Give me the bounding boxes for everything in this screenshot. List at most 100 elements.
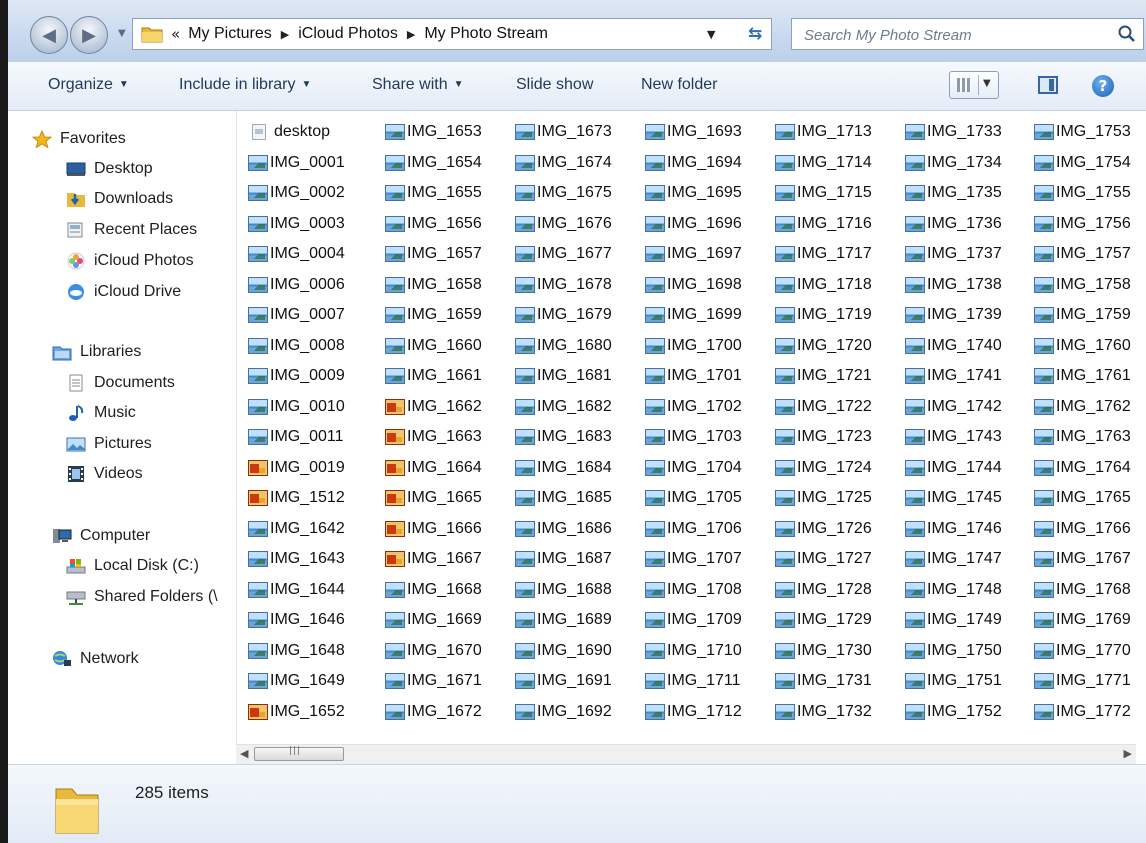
nav-network[interactable]: Network [52,646,139,672]
file-item[interactable]: IMG_1644 [248,576,345,604]
file-item[interactable]: IMG_0008 [248,332,345,360]
file-item[interactable]: IMG_1698 [645,271,742,299]
file-item[interactable]: IMG_1642 [248,515,345,543]
file-item[interactable]: IMG_1665 [385,484,482,512]
file-item[interactable]: IMG_1758 [1034,271,1131,299]
preview-pane-icon[interactable] [1038,76,1058,94]
file-item[interactable]: IMG_1744 [905,454,1002,482]
file-item[interactable]: IMG_1748 [905,576,1002,604]
file-item[interactable]: IMG_1751 [905,667,1002,695]
file-item[interactable]: IMG_1733 [905,118,1002,146]
file-item[interactable]: IMG_1728 [775,576,872,604]
file-item[interactable]: IMG_1669 [385,606,482,634]
file-item[interactable]: IMG_1729 [775,606,872,634]
file-item[interactable]: IMG_1667 [385,545,482,573]
file-item[interactable]: IMG_1681 [515,362,612,390]
file-item[interactable]: IMG_1657 [385,240,482,268]
file-item[interactable]: IMG_1726 [775,515,872,543]
recent-pages-dropdown-icon[interactable]: ▼ [118,28,126,39]
file-item[interactable]: IMG_1685 [515,484,612,512]
file-item[interactable]: IMG_1740 [905,332,1002,360]
file-item[interactable]: IMG_1696 [645,210,742,238]
breadcrumb-my-pictures[interactable]: My Pictures [188,25,272,43]
file-item[interactable]: IMG_1695 [645,179,742,207]
file-item[interactable]: IMG_1686 [515,515,612,543]
nav-libraries[interactable]: Libraries [52,339,141,365]
file-item[interactable]: IMG_1653 [385,118,482,146]
file-item[interactable]: IMG_1687 [515,545,612,573]
file-item[interactable]: IMG_1753 [1034,118,1131,146]
file-item[interactable]: IMG_1717 [775,240,872,268]
file-item[interactable]: IMG_1724 [775,454,872,482]
file-item[interactable]: IMG_1752 [905,698,1002,726]
file-item[interactable]: IMG_1709 [645,606,742,634]
file-item[interactable]: IMG_1749 [905,606,1002,634]
file-item[interactable]: IMG_1661 [385,362,482,390]
file-item[interactable]: IMG_1704 [645,454,742,482]
scroll-right-icon[interactable]: ▶ [1124,747,1132,760]
file-item[interactable]: IMG_1673 [515,118,612,146]
file-item[interactable]: IMG_1694 [645,149,742,177]
file-item[interactable]: IMG_1711 [645,667,741,695]
file-list[interactable]: desktop IMG_0001 IMG_0002 IMG_0003 IMG_0004 I… [248,118,1136,732]
include-in-library-button[interactable]: Include in library ▼ [179,76,311,94]
file-item[interactable]: IMG_1675 [515,179,612,207]
breadcrumb-separator-icon[interactable]: ▶ [281,28,289,41]
file-item[interactable]: IMG_1734 [905,149,1002,177]
file-item[interactable]: IMG_1771 [1034,667,1131,695]
file-item[interactable]: IMG_1725 [775,484,872,512]
file-item[interactable]: IMG_1643 [248,545,345,573]
file-item[interactable]: IMG_1715 [775,179,872,207]
file-item[interactable]: IMG_1649 [248,667,345,695]
file-item[interactable]: IMG_1708 [645,576,742,604]
file-item[interactable]: IMG_1656 [385,210,482,238]
breadcrumb-separator-icon[interactable]: ▶ [407,28,415,41]
file-item[interactable]: IMG_1660 [385,332,482,360]
file-item[interactable]: IMG_1742 [905,393,1002,421]
file-item[interactable]: IMG_1678 [515,271,612,299]
file-item[interactable]: IMG_1716 [775,210,872,238]
back-button[interactable]: ◀ [30,16,68,54]
file-item[interactable]: IMG_1772 [1034,698,1131,726]
file-item[interactable]: IMG_1737 [905,240,1002,268]
file-item[interactable]: IMG_0004 [248,240,345,268]
nav-downloads[interactable]: Downloads [66,186,173,212]
file-item[interactable]: IMG_1759 [1034,301,1131,329]
file-item[interactable]: IMG_1682 [515,393,612,421]
file-item[interactable]: IMG_0009 [248,362,345,390]
file-item[interactable]: IMG_1756 [1034,210,1131,238]
nav-recent-places[interactable]: Recent Places [66,217,197,243]
breadcrumb-icloud-photos[interactable]: iCloud Photos [298,25,398,43]
search-input[interactable] [802,23,1096,47]
file-item[interactable]: IMG_1722 [775,393,872,421]
file-item[interactable]: IMG_1755 [1034,179,1131,207]
file-item[interactable]: IMG_1677 [515,240,612,268]
file-item[interactable]: IMG_1676 [515,210,612,238]
file-item[interactable]: IMG_1747 [905,545,1002,573]
scroll-left-icon[interactable]: ◀ [240,747,248,760]
share-with-button[interactable]: Share with ▼ [372,76,464,94]
file-item[interactable]: IMG_0003 [248,210,345,238]
nav-documents[interactable]: Documents [66,370,175,396]
file-item[interactable]: IMG_1723 [775,423,872,451]
file-item[interactable]: IMG_1693 [645,118,742,146]
file-item[interactable]: IMG_1738 [905,271,1002,299]
file-item[interactable]: IMG_1680 [515,332,612,360]
file-item[interactable]: IMG_0001 [248,149,345,177]
file-item[interactable]: IMG_1699 [645,301,742,329]
file-item[interactable]: IMG_0010 [248,393,345,421]
nav-computer[interactable]: Computer [52,523,150,549]
file-item[interactable]: IMG_1741 [905,362,1002,390]
file-item[interactable]: IMG_1659 [385,301,482,329]
file-item[interactable]: IMG_1727 [775,545,872,573]
file-item[interactable]: IMG_1770 [1034,637,1131,665]
new-folder-button[interactable]: New folder [641,76,717,94]
file-item[interactable]: IMG_1671 [385,667,482,695]
scroll-thumb[interactable] [254,746,344,761]
file-item[interactable]: IMG_1652 [248,698,345,726]
file-item[interactable]: IMG_1731 [775,667,872,695]
file-item[interactable]: IMG_1666 [385,515,482,543]
file-item[interactable]: IMG_1702 [645,393,742,421]
file-item[interactable]: IMG_1663 [385,423,482,451]
file-item[interactable]: IMG_1668 [385,576,482,604]
